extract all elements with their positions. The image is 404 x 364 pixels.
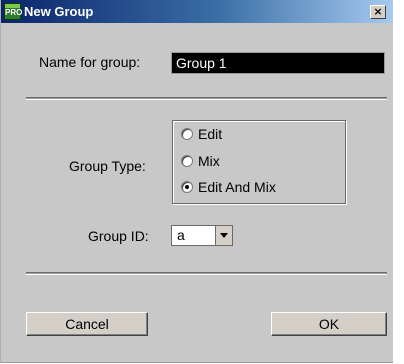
radio-label-edit-and-mix: Edit And Mix — [198, 179, 276, 195]
radio-label-mix: Mix — [198, 153, 220, 169]
radio-button[interactable] — [181, 155, 193, 167]
ok-button[interactable]: OK — [271, 312, 387, 336]
cancel-button[interactable]: Cancel — [26, 312, 148, 336]
chevron-down-icon — [220, 233, 228, 238]
radio-button-selected[interactable] — [181, 181, 193, 193]
radio-button[interactable] — [181, 128, 193, 140]
pro-tools-icon: PRO — [4, 3, 23, 20]
window-title: New Group — [24, 4, 94, 19]
title-bar[interactable]: PRO New Group × — [1, 0, 393, 23]
group-id-label: Group ID: — [88, 228, 149, 244]
app-icon-text: PRO — [5, 8, 23, 17]
dropdown-button[interactable] — [215, 226, 232, 245]
group-id-select[interactable]: a — [171, 225, 233, 246]
divider-top — [26, 97, 387, 100]
divider-bottom — [26, 272, 387, 275]
group-type-radio-group: Edit Mix Edit And Mix — [172, 120, 346, 204]
group-id-value: a — [177, 227, 185, 243]
group-name-input[interactable]: Group 1 — [171, 52, 385, 74]
group-type-label: Group Type: — [69, 158, 146, 174]
close-icon[interactable]: × — [370, 5, 386, 19]
radio-label-edit: Edit — [198, 126, 223, 142]
name-label: Name for group: — [39, 54, 141, 70]
new-group-dialog: PRO New Group × Name for group: Group 1 … — [0, 0, 393, 363]
radio-selected-dot — [185, 185, 189, 189]
